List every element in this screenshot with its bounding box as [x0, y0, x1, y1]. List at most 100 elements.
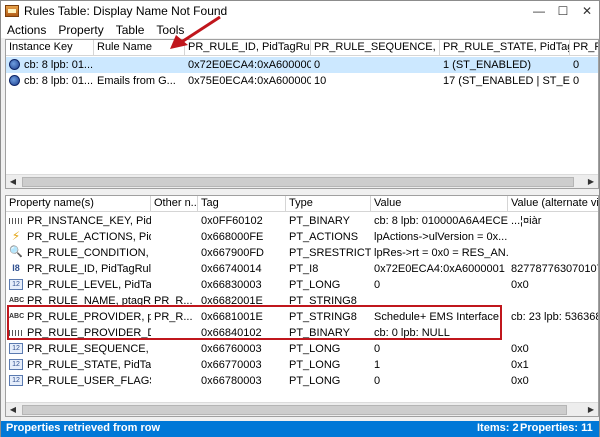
column-header-other-names[interactable]: Other n...	[151, 196, 198, 212]
window-controls: — ☐ ✕	[527, 1, 599, 21]
scroll-right-arrow-icon[interactable]: ▶	[584, 403, 598, 416]
scroll-thumb[interactable]	[22, 405, 567, 415]
cell-value: 0	[374, 343, 381, 355]
cell-value-alternate: 0x0	[511, 375, 529, 387]
status-properties-count: Properties: 11	[520, 422, 593, 434]
menu-table[interactable]: Table	[110, 23, 151, 37]
cell-property-name: PR_INSTANCE_KEY, PidT...	[27, 215, 151, 227]
binary-icon	[9, 218, 22, 224]
cell-value-alternate: ...¦¤iàr	[511, 215, 542, 227]
cell-value: lpRes->rt = 0x0 = RES_AN...	[374, 247, 508, 259]
table-row[interactable]: ⚡ PR_RULE_ACTIONS, PidT... 0x668000FE PT_AC…	[6, 229, 598, 245]
column-header-property-name[interactable]: Property name(s)	[6, 196, 151, 212]
cell-tag: 0x668000FE	[201, 231, 264, 243]
table-row[interactable]: 12 PR_RULE_STATE, PidTag... 0x66770003 PT_L…	[6, 357, 598, 373]
table-row[interactable]: 12 PR_RULE_SEQUENCE, Pid... 0x66760003 PT_L…	[6, 341, 598, 357]
app-icon	[5, 5, 19, 17]
rules-horizontal-scrollbar[interactable]: ◀ ▶	[6, 174, 598, 188]
table-row[interactable]: cb: 8 lpb: 01... Emails from G... 0x75E0…	[6, 73, 598, 89]
long-icon: 12	[9, 279, 23, 290]
cell-property-name: PR_RULE_STATE, PidTag...	[27, 359, 151, 371]
cell-value: cb: 8 lpb: 010000A6A4ECE...	[374, 215, 508, 227]
cell-tag: 0x667900FD	[201, 247, 264, 259]
annotation-highlight-box	[7, 305, 502, 340]
cell-tag: 0x66760003	[201, 343, 262, 355]
cell-type: PT_BINARY	[289, 215, 350, 227]
cell-rule-sequence: 10	[314, 75, 327, 87]
scroll-right-arrow-icon[interactable]: ▶	[584, 175, 598, 188]
cell-value: 0x72E0ECA4:0xA6000001	[374, 263, 505, 275]
scroll-thumb[interactable]	[22, 177, 574, 187]
column-header-rule-sequence[interactable]: PR_RULE_SEQUENCE, PidT...	[311, 40, 440, 56]
cell-other-names	[151, 357, 198, 373]
cell-other-names	[151, 229, 198, 245]
column-header-instance-key[interactable]: Instance Key	[6, 40, 94, 56]
status-items-count: Items: 2	[477, 422, 519, 434]
long-icon: 12	[9, 343, 23, 354]
cell-tag: 0x66830003	[201, 279, 262, 291]
cell-rule-id: 0x75E0ECA4:0xA6000001...	[188, 75, 311, 87]
status-message: Properties retrieved from row	[6, 422, 161, 434]
column-header-rule-state[interactable]: PR_RULE_STATE, PidTagR...	[440, 40, 570, 56]
minimize-button[interactable]: —	[527, 1, 551, 21]
row-object-icon	[9, 59, 20, 70]
cell-tag: 0x0FF60102	[201, 215, 263, 227]
annotation-arrow-icon	[170, 15, 221, 49]
cell-other-names	[151, 373, 198, 389]
cell-value-alternate: 0x1	[511, 359, 529, 371]
cell-other-names	[151, 245, 198, 261]
properties-list-header: Property name(s) Other n... Tag Type Val…	[6, 196, 598, 212]
cell-instance-key: cb: 8 lpb: 01...	[24, 59, 94, 71]
cell-rule-extra: 0	[573, 75, 580, 87]
maximize-button[interactable]: ☐	[551, 1, 575, 21]
column-header-value[interactable]: Value	[371, 196, 508, 212]
title-bar: Rules Table: Display Name Not Found — ☐ …	[1, 1, 599, 21]
table-row[interactable]: cb: 8 lpb: 01... 0x72E0ECA4:0xA6000001..…	[6, 57, 598, 73]
cell-tag: 0x66770003	[201, 359, 262, 371]
rules-list[interactable]: Instance Key Rule Name PR_RULE_ID, PidTa…	[5, 39, 599, 189]
cell-value-alternate	[508, 325, 598, 341]
actions-icon: ⚡	[11, 229, 21, 243]
properties-horizontal-scrollbar[interactable]: ◀ ▶	[6, 402, 598, 416]
i8-icon: I8	[12, 263, 20, 273]
column-header-value-alternate[interactable]: Value (alternate view)	[508, 196, 598, 212]
restriction-icon: 🔍	[9, 246, 23, 258]
cell-tag: 0x66740014	[201, 263, 262, 275]
table-row[interactable]: 12 PR_RULE_USER_FLAGS, Pi... 0x66780003 PT_…	[6, 373, 598, 389]
cell-type: PT_ACTIONS	[289, 231, 359, 243]
cell-type: PT_LONG	[289, 279, 341, 291]
cell-instance-key: cb: 8 lpb: 01...	[24, 75, 94, 87]
menu-actions[interactable]: Actions	[1, 23, 52, 37]
scroll-left-arrow-icon[interactable]: ◀	[6, 403, 20, 416]
cell-property-name: PR_RULE_CONDITION, Pi...	[27, 247, 151, 259]
cell-rule-id: 0x72E0ECA4:0xA6000001...	[188, 59, 311, 71]
table-row[interactable]: I8 PR_RULE_ID, PidTagRuleI... 0x66740014 PT…	[6, 261, 598, 277]
close-button[interactable]: ✕	[575, 1, 599, 21]
cell-property-name: PR_RULE_ACTIONS, PidT...	[27, 231, 151, 243]
menu-bar: Actions Property Table Tools	[1, 21, 599, 38]
column-header-rule-extra[interactable]: PR_RUL	[570, 40, 598, 56]
cell-type: PT_LONG	[289, 343, 341, 355]
cell-rule-state: 1 (ST_ENABLED)	[443, 59, 532, 71]
column-header-type[interactable]: Type	[286, 196, 371, 212]
table-row[interactable]: 🔍 PR_RULE_CONDITION, Pi... 0x667900FD PT_SR…	[6, 245, 598, 261]
cell-property-name: PR_RULE_LEVEL, PidTagR...	[27, 279, 151, 291]
cell-property-name: PR_RULE_SEQUENCE, Pid...	[27, 343, 151, 355]
cell-type: PT_LONG	[289, 359, 341, 371]
cell-value-alternate: 0x0	[511, 279, 529, 291]
column-header-tag[interactable]: Tag	[198, 196, 286, 212]
cell-tag: 0x66780003	[201, 375, 262, 387]
cell-rule-extra: 0	[573, 59, 580, 71]
cell-value-alternate: 8277877630701078113	[511, 263, 598, 275]
rules-list-header: Instance Key Rule Name PR_RULE_ID, PidTa…	[6, 40, 598, 56]
cell-value-alternate	[508, 293, 598, 309]
scroll-left-arrow-icon[interactable]: ◀	[6, 175, 20, 188]
cell-value: 0	[374, 279, 381, 291]
cell-rule-name	[94, 57, 185, 73]
menu-property[interactable]: Property	[52, 23, 109, 37]
table-row[interactable]: 12 PR_RULE_LEVEL, PidTagR... 0x66830003 PT_…	[6, 277, 598, 293]
cell-type: PT_SRESTRICTI...	[289, 247, 371, 259]
cell-value: 0	[374, 375, 381, 387]
cell-value-alternate: 0x0	[511, 343, 529, 355]
table-row[interactable]: PR_INSTANCE_KEY, PidT... 0x0FF60102 PT_BIN…	[6, 213, 598, 229]
